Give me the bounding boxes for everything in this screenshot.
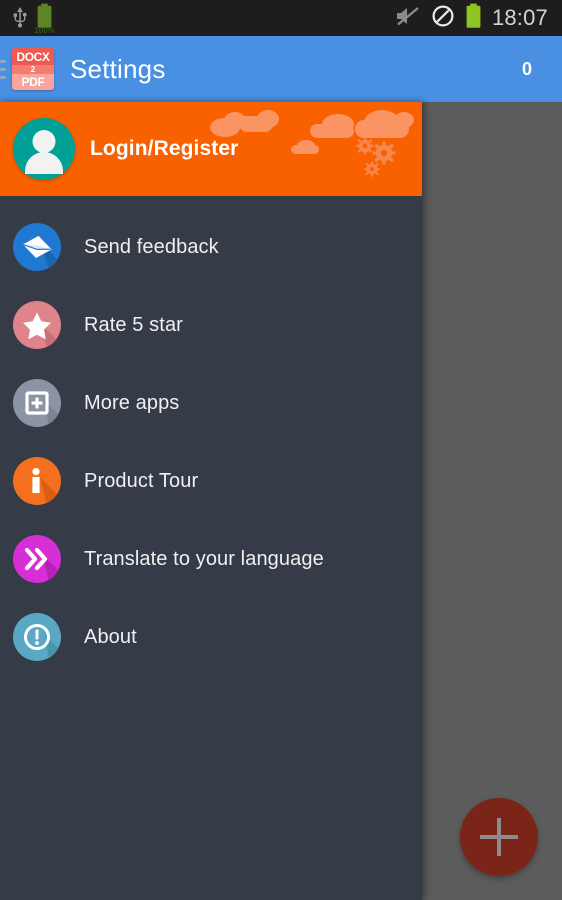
status-bar-right: 18:07 [395,3,562,34]
app-bar: DOCX 2 PDF Settings 0 [0,36,562,102]
gear-decoration [364,161,380,182]
add-fab-button[interactable] [460,798,538,876]
status-bar-left: 100% [0,3,55,35]
battery-percent-label: 100% [34,25,55,35]
drawer-item-label: Send feedback [84,235,219,258]
drawer-item-label: About [84,625,137,648]
avatar-body [25,152,63,174]
app-logo-icon: DOCX 2 PDF [12,48,54,90]
drawer-item-rate-5-star[interactable]: Rate 5 star [0,286,422,364]
double-chevron-icon [13,535,61,583]
drawer-item-more-apps[interactable]: More apps [0,364,422,442]
person-icon [13,457,61,505]
drawer-item-label: Product Tour [84,469,199,492]
drawer-menu-list: Send feedback Rate 5 star More apps Prod… [0,196,422,676]
drawer-item-label: More apps [84,391,180,414]
battery-icon-left: 100% [34,3,55,35]
do-not-disturb-icon [431,4,455,33]
login-register-label: Login/Register [90,137,239,160]
drawer-item-product-tour[interactable]: Product Tour [0,442,422,520]
clock-label: 18:07 [491,5,548,30]
volume-mute-icon [395,5,421,32]
user-avatar-icon [13,118,75,180]
drawer-header[interactable]: Login/Register [0,102,422,196]
add-box-icon [13,379,61,427]
cloud-decoration [394,112,414,128]
status-bar: 100% 18:07 [0,0,562,36]
navigation-drawer: Login/Register Send feedback Rate 5 star… [0,102,422,900]
hamburger-menu-icon[interactable] [0,59,6,79]
drawer-item-label: Translate to your language [84,547,324,570]
phone-screen: 100% 18:07 DOCX 2 PDF Settings 0 Login/R… [0,0,562,900]
avatar-head [32,130,56,153]
app-logo-middle-text: 2 [12,65,54,75]
cloud-decoration [291,145,319,154]
gear-decoration [356,137,374,160]
app-logo-bottom-text: PDF [12,74,54,90]
app-logo-top-text: DOCX [12,48,54,66]
usb-icon [12,5,28,34]
page-title: Settings [70,53,166,84]
battery-icon-right [465,3,482,34]
cloud-decoration [257,110,279,128]
plus-icon-vertical [497,818,501,856]
item-count-badge[interactable]: 0 [522,59,532,80]
drawer-item-send-feedback[interactable]: Send feedback [0,208,422,286]
drawer-item-about[interactable]: About [0,598,422,676]
cloud-decoration [310,124,354,138]
star-icon [13,301,61,349]
drawer-item-label: Rate 5 star [84,313,183,336]
envelope-icon [13,223,61,271]
drawer-item-translate[interactable]: Translate to your language [0,520,422,598]
info-exclamation-icon [13,613,61,661]
